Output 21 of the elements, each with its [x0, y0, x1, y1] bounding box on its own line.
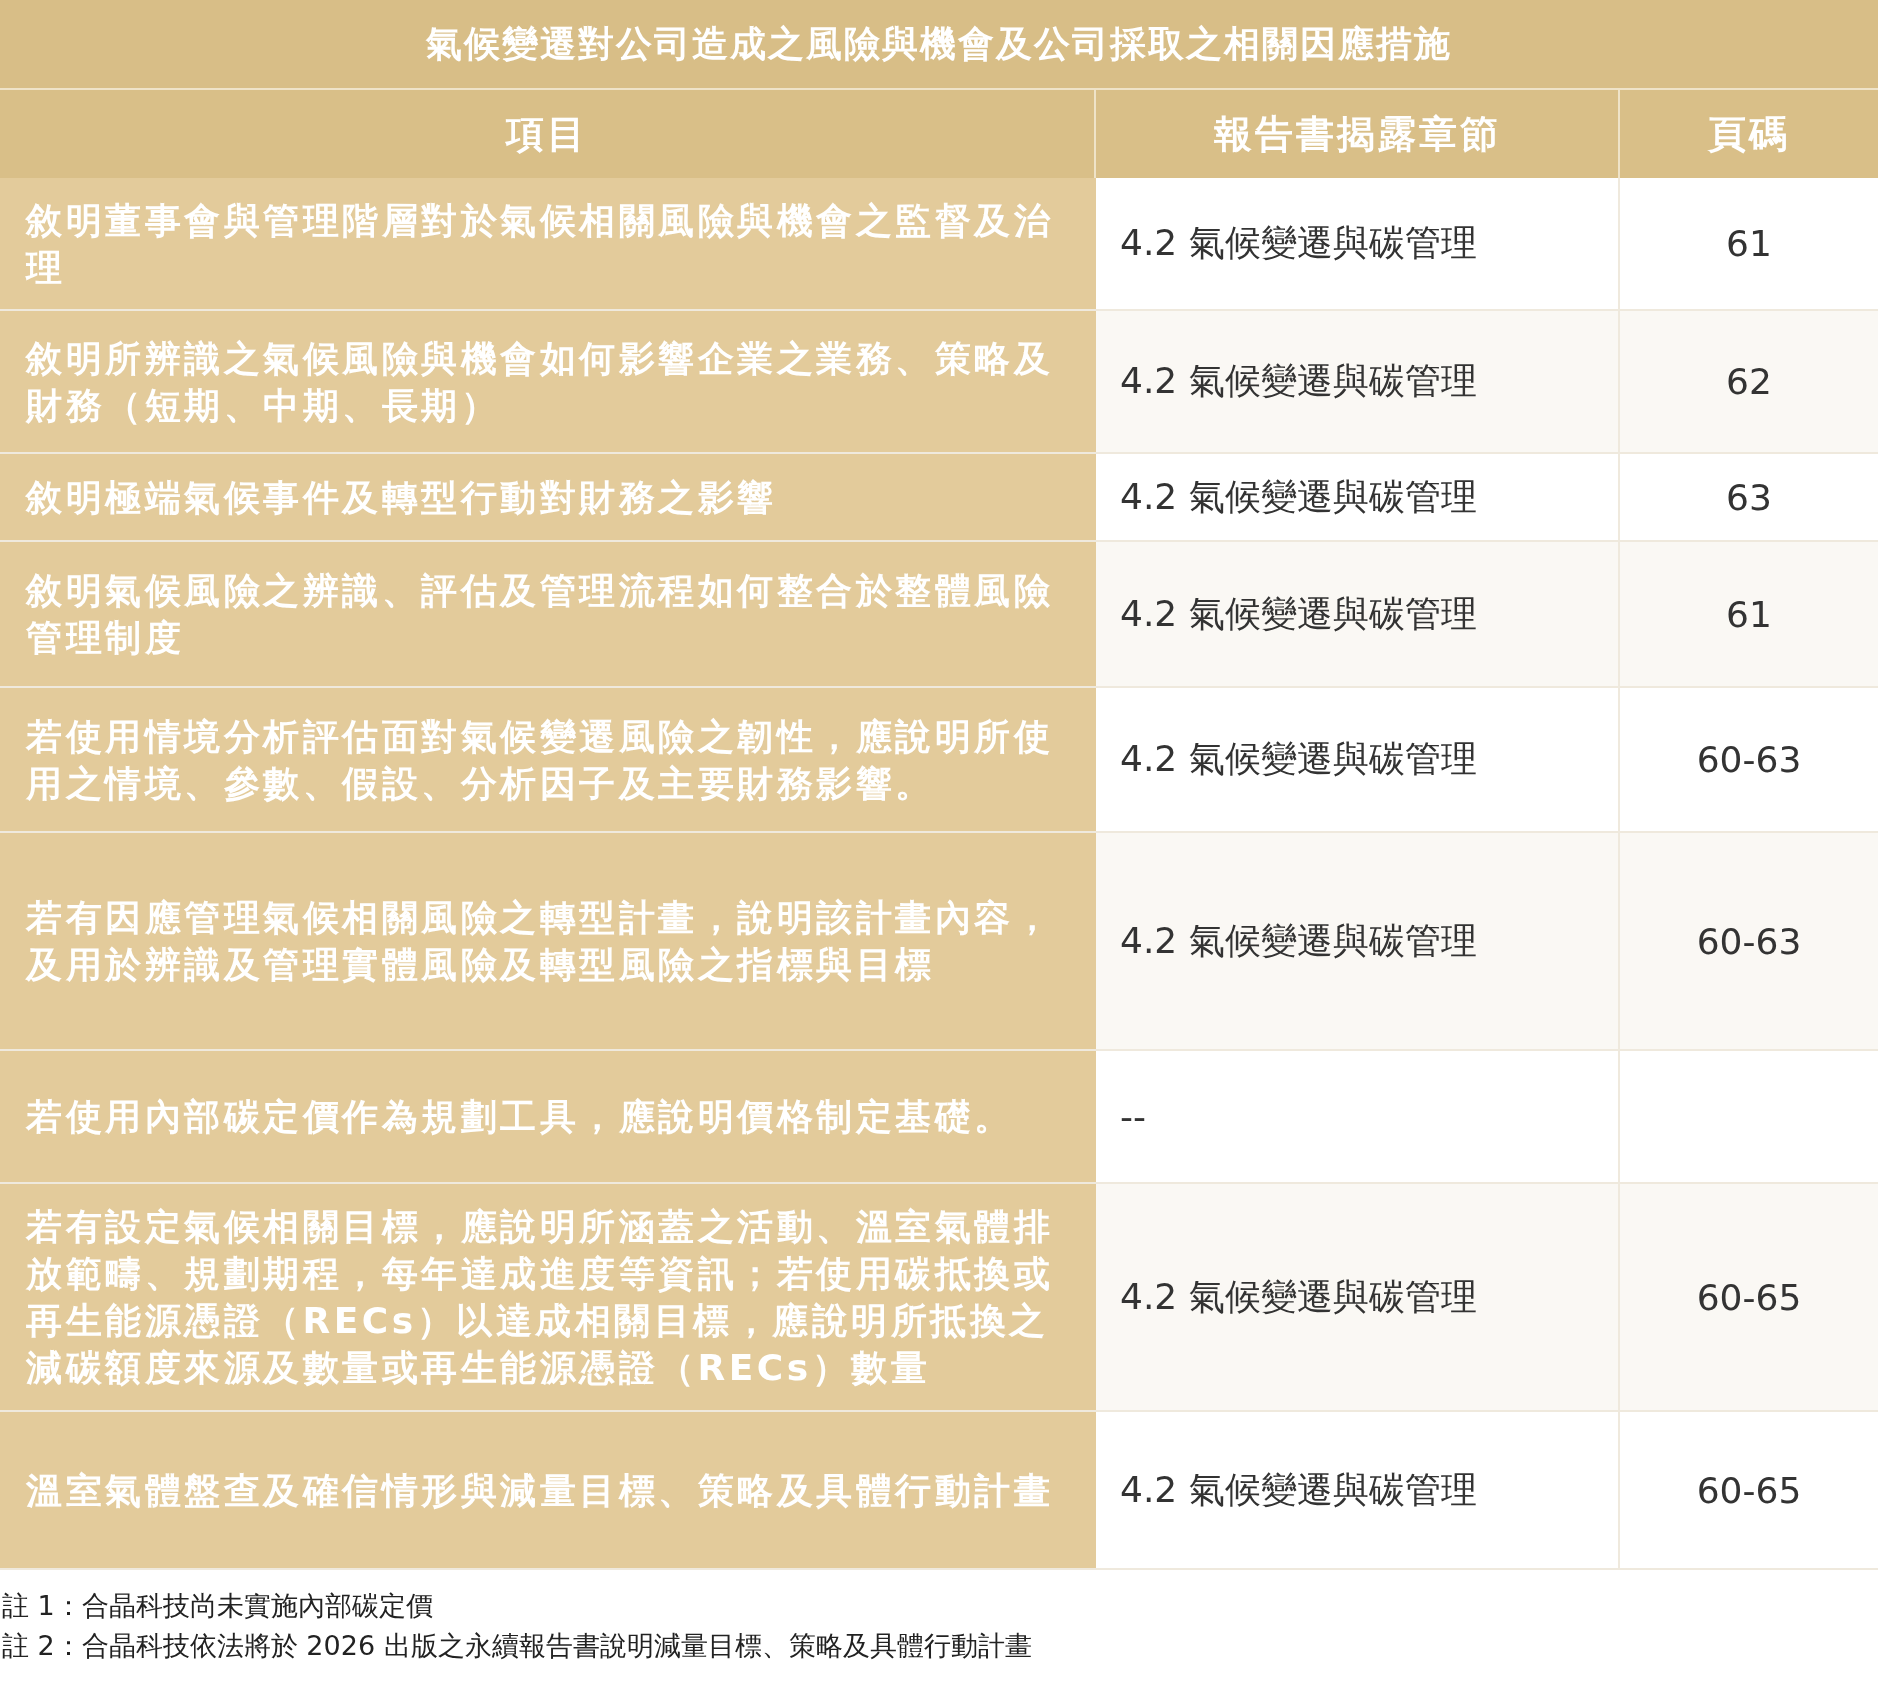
table-cell: 若使用內部碳定價作為規劃工具，應說明價格制定基礎。	[0, 1051, 1096, 1182]
table-cell: 敘明所辨識之氣候風險與機會如何影響企業之業務、策略及財務（短期、中期、長期）	[0, 311, 1096, 452]
table-cell: 4.2 氣候變遷與碳管理	[1096, 542, 1620, 686]
table-cell: 敘明董事會與管理階層對於氣候相關風險與機會之監督及治理	[0, 178, 1096, 309]
table-title: 氣候變遷對公司造成之風險與機會及公司採取之相關因應措施	[0, 0, 1878, 90]
table-cell: 4.2 氣候變遷與碳管理	[1096, 1184, 1620, 1410]
table-cell: 若有因應管理氣候相關風險之轉型計畫，說明該計畫內容，及用於辨識及管理實體風險及轉型風險之指標與目標	[0, 833, 1096, 1049]
table-cell: 62	[1620, 311, 1878, 452]
table-cell: 敘明極端氣候事件及轉型行動對財務之影響	[0, 454, 1096, 540]
table-cell: 60-63	[1620, 833, 1878, 1049]
table-cell: 若使用情境分析評估面對氣候變遷風險之韌性，應說明所使用之情境、參數、假設、分析因子及主要財務影響。	[0, 688, 1096, 831]
table-cell: 60-65	[1620, 1184, 1878, 1410]
table-cell: 61	[1620, 542, 1878, 686]
table-cell: 敘明氣候風險之辨識、評估及管理流程如何整合於整體風險管理制度	[0, 542, 1096, 686]
footnote: 註 2：合晶科技依法將於 2026 出版之永續報告書說明減量目標、策略及具體行動計畫	[1, 1629, 1033, 1663]
footnote: 註 1：合晶科技尚未實施內部碳定價	[1, 1589, 434, 1623]
table-cell: 4.2 氣候變遷與碳管理	[1096, 311, 1620, 452]
table-cell: 4.2 氣候變遷與碳管理	[1096, 833, 1620, 1049]
table-cell: 溫室氣體盤查及確信情形與減量目標、策略及具體行動計畫	[0, 1412, 1096, 1568]
table-cell: 若有設定氣候相關目標，應說明所涵蓋之活動、溫室氣體排放範疇、規劃期程，每年達成進度等資訊；若使用碳抵換或再生能源憑證（RECs）以達成相關目標，應說明所抵換之減碳額度來源及數量或再生能源憑證（RECs）數量	[0, 1184, 1096, 1410]
column-header: 頁碼	[1706, 111, 1791, 158]
